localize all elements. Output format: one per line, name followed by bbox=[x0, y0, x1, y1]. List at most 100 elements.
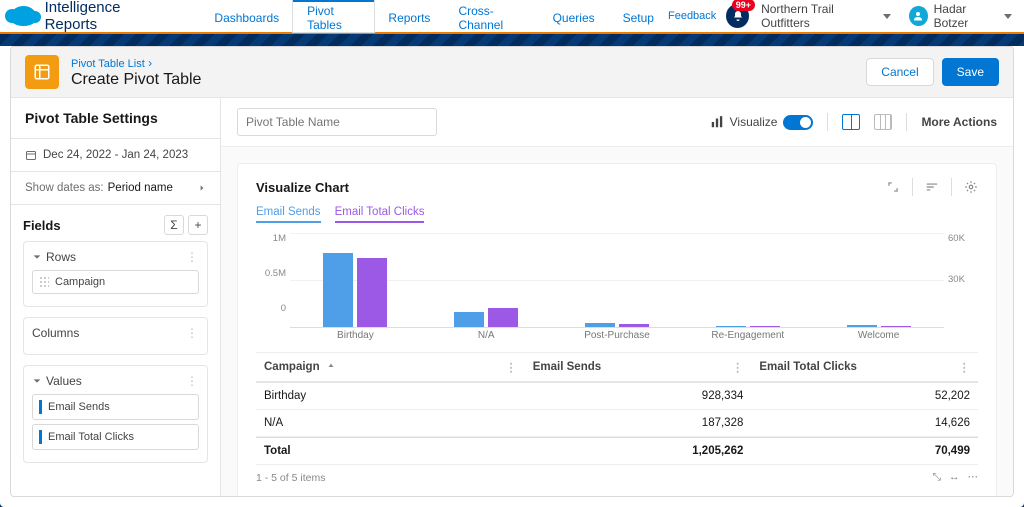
sort-asc-icon bbox=[326, 362, 336, 372]
tab-cross-channel[interactable]: Cross-Channel bbox=[444, 0, 538, 33]
pivot-name-input[interactable] bbox=[237, 108, 437, 136]
x-tick: Welcome bbox=[813, 330, 944, 341]
breadcrumb[interactable]: Pivot Table List › bbox=[71, 56, 201, 70]
total-clicks: 70,499 bbox=[751, 437, 978, 465]
y2-tick: 30K bbox=[948, 274, 965, 285]
x-tick: Birthday bbox=[290, 330, 421, 341]
bar bbox=[454, 312, 484, 327]
total-label: Total bbox=[256, 437, 525, 465]
row-field-campaign[interactable]: Campaign bbox=[32, 270, 199, 294]
bar bbox=[619, 324, 649, 327]
x-tick: Re-Engagement bbox=[682, 330, 813, 341]
tab-setup[interactable]: Setup bbox=[609, 0, 668, 33]
bell-icon bbox=[732, 10, 744, 22]
col-campaign[interactable]: Campaign⋮ bbox=[256, 353, 525, 383]
y-tick: 0.5M bbox=[265, 268, 286, 279]
bar bbox=[357, 258, 387, 327]
nav-tabs: Dashboards Pivot Tables Reports Cross-Ch… bbox=[200, 0, 668, 33]
drag-handle-icon bbox=[39, 430, 42, 444]
x-tick: N/A bbox=[421, 330, 552, 341]
bar bbox=[488, 308, 518, 327]
page-title: Create Pivot Table bbox=[71, 71, 201, 89]
visualize-toggle[interactable]: Visualize bbox=[710, 115, 814, 130]
chevron-right-icon bbox=[198, 182, 206, 194]
user-name: Hadar Botzer bbox=[934, 2, 1000, 30]
layout-split-button[interactable] bbox=[842, 114, 860, 130]
more-icon[interactable]: ⋯ bbox=[968, 471, 979, 484]
tab-dashboards[interactable]: Dashboards bbox=[200, 0, 293, 33]
bar bbox=[323, 253, 353, 327]
bar bbox=[750, 326, 780, 327]
more-icon[interactable]: ⋮ bbox=[186, 326, 199, 340]
tab-queries[interactable]: Queries bbox=[539, 0, 609, 33]
main-toolbar: Visualize More Actions bbox=[221, 98, 1013, 147]
drag-handle-icon bbox=[39, 400, 42, 414]
value-field-sends[interactable]: Email Sends bbox=[32, 394, 199, 420]
save-button[interactable]: Save bbox=[942, 58, 999, 86]
bar bbox=[881, 326, 911, 327]
avatar-icon bbox=[909, 6, 928, 26]
more-actions-menu[interactable]: More Actions bbox=[921, 115, 997, 129]
chart-title: Visualize Chart bbox=[256, 180, 349, 195]
gear-icon[interactable] bbox=[964, 180, 978, 194]
pivot-table-icon bbox=[25, 55, 59, 89]
col-sends[interactable]: Email Sends ⋮ bbox=[525, 353, 752, 383]
bar bbox=[716, 326, 746, 327]
app-name: Intelligence Reports bbox=[45, 0, 171, 33]
chevron-down-icon[interactable] bbox=[32, 252, 42, 262]
date-range-picker[interactable]: Dec 24, 2022 - Jan 24, 2023 bbox=[11, 139, 220, 172]
chevron-down-icon bbox=[883, 14, 891, 19]
prev-page-icon[interactable]: ↔ bbox=[949, 471, 960, 484]
value-field-clicks[interactable]: Email Total Clicks bbox=[32, 424, 199, 450]
org-picker[interactable]: Northern Trail Outfitters bbox=[761, 2, 891, 30]
feedback-link[interactable]: Feedback bbox=[668, 10, 716, 22]
top-nav: Intelligence Reports Dashboards Pivot Ta… bbox=[0, 0, 1024, 34]
toggle-on-icon bbox=[783, 115, 813, 130]
chart-plot: 1M 0.5M 0 BirthdayN/APost-PurchaseRe-Eng… bbox=[256, 233, 978, 328]
table-row[interactable]: N/A187,32814,626 bbox=[256, 410, 978, 437]
sidebar-title: Pivot Table Settings bbox=[11, 98, 220, 139]
columns-section: Columns⋮ bbox=[23, 317, 208, 355]
x-tick: Post-Purchase bbox=[552, 330, 683, 341]
calendar-icon bbox=[25, 149, 37, 161]
drag-handle-icon bbox=[39, 276, 49, 288]
settings-sidebar: Pivot Table Settings Dec 24, 2022 - Jan … bbox=[11, 98, 221, 496]
fields-label: Fields bbox=[23, 218, 160, 233]
table-row[interactable]: Birthday928,33452,202 bbox=[256, 383, 978, 410]
chevron-down-icon[interactable] bbox=[32, 376, 42, 386]
collapse-icon[interactable]: ⤡ bbox=[933, 471, 941, 484]
layout-grid-button[interactable] bbox=[874, 114, 892, 130]
cancel-button[interactable]: Cancel bbox=[866, 58, 933, 86]
col-clicks[interactable]: Email Total Clicks ⋮ bbox=[751, 353, 978, 383]
add-field-button[interactable]: + bbox=[188, 215, 208, 235]
notifications-button[interactable]: 99+ bbox=[726, 4, 749, 28]
bar bbox=[847, 325, 877, 327]
bar bbox=[585, 323, 615, 327]
salesforce-logo-icon bbox=[10, 6, 37, 26]
rows-section: Rows⋮ Campaign bbox=[23, 241, 208, 307]
series-tab-clicks[interactable]: Email Total Clicks bbox=[335, 206, 425, 223]
org-name: Northern Trail Outfitters bbox=[761, 2, 879, 30]
total-sends: 1,205,262 bbox=[525, 437, 752, 465]
more-icon[interactable]: ⋮ bbox=[186, 250, 199, 264]
pattern-bar bbox=[0, 34, 1024, 46]
tab-pivot-tables[interactable]: Pivot Tables bbox=[293, 0, 374, 33]
sort-icon[interactable] bbox=[925, 180, 939, 194]
expand-icon[interactable] bbox=[886, 180, 900, 194]
main-area: Visualize More Actions Visualize Chart bbox=[221, 98, 1013, 496]
page-header: Pivot Table List › Create Pivot Table Ca… bbox=[11, 47, 1013, 98]
y2-tick: 60K bbox=[948, 233, 965, 244]
y-tick: 0 bbox=[281, 303, 286, 314]
y-tick: 1M bbox=[273, 233, 286, 244]
pager-text: 1 - 5 of 5 items bbox=[256, 472, 325, 484]
series-tab-sends[interactable]: Email Sends bbox=[256, 206, 321, 223]
user-menu[interactable]: Hadar Botzer bbox=[909, 2, 1012, 30]
more-icon[interactable]: ⋮ bbox=[186, 374, 199, 388]
values-section: Values⋮ Email Sends Email Total Clicks bbox=[23, 365, 208, 463]
tab-reports[interactable]: Reports bbox=[374, 0, 444, 33]
show-dates-selector[interactable]: Show dates as:Period name bbox=[11, 172, 220, 205]
bar-chart-icon bbox=[710, 115, 724, 129]
chart-card: Visualize Chart Email Sends Ema bbox=[237, 163, 997, 496]
sigma-button[interactable]: Σ bbox=[164, 215, 184, 235]
chevron-down-icon bbox=[1004, 14, 1012, 19]
